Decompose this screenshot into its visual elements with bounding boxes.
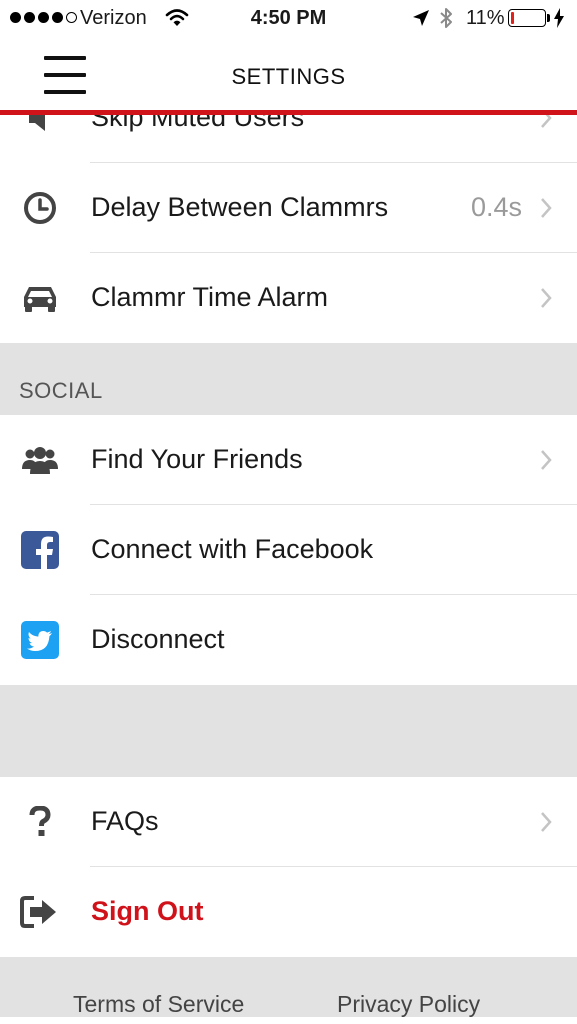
connect-facebook-label: Connect with Facebook <box>91 534 374 564</box>
facebook-icon <box>20 531 60 569</box>
clammr-time-alarm-label: Clammr Time Alarm <box>91 282 329 312</box>
delay-between-clammrs-row[interactable]: Delay Between Clammrs 0.4s <box>0 163 577 253</box>
bluetooth-icon <box>438 6 454 35</box>
users-icon <box>20 442 60 478</box>
page-title: SETTINGS <box>231 64 346 89</box>
sign-out-row[interactable]: Sign Out <box>0 867 577 957</box>
header-accent-line <box>0 110 577 115</box>
sign-out-label: Sign Out <box>91 896 204 926</box>
chevron-right-icon <box>540 197 552 224</box>
privacy-policy-link[interactable]: Privacy Policy <box>337 991 480 1018</box>
battery-icon <box>508 9 546 27</box>
clock-icon <box>20 190 60 226</box>
battery-tip <box>547 14 550 22</box>
social-section-header: SOCIAL <box>0 343 577 415</box>
section-spacer <box>0 685 577 777</box>
twitter-disconnect-row[interactable]: Disconnect <box>0 595 577 685</box>
find-your-friends-row[interactable]: Find Your Friends <box>0 415 577 505</box>
delay-value: 0.4s <box>470 192 522 222</box>
car-icon <box>20 280 60 316</box>
clammr-time-alarm-row[interactable]: Clammr Time Alarm <box>0 253 577 343</box>
footer: Terms of Service Privacy Policy <box>0 957 577 1017</box>
chevron-right-icon <box>540 811 552 838</box>
twitter-disconnect-label: Disconnect <box>91 624 225 654</box>
chevron-right-icon <box>540 449 552 476</box>
twitter-icon <box>20 621 60 659</box>
social-section-title: SOCIAL <box>19 378 103 403</box>
battery-percent: 11% <box>466 7 505 29</box>
terms-of-service-link[interactable]: Terms of Service <box>73 991 244 1018</box>
nav-bar: SETTINGS <box>0 38 577 110</box>
chevron-right-icon <box>540 287 552 314</box>
sign-out-icon <box>20 894 60 930</box>
delay-between-clammrs-label: Delay Between Clammrs <box>91 192 389 222</box>
charging-bolt-icon <box>553 8 565 33</box>
connect-facebook-row[interactable]: Connect with Facebook <box>0 505 577 595</box>
settings-list: Skip Muted Users Delay Between Clammrs 0… <box>0 73 577 1017</box>
location-arrow-icon <box>412 9 430 32</box>
status-bar: Verizon 4:50 PM 11% <box>0 0 577 38</box>
find-your-friends-label: Find Your Friends <box>91 444 303 474</box>
question-icon <box>20 804 60 840</box>
faqs-row[interactable]: FAQs <box>0 777 577 867</box>
faqs-label: FAQs <box>91 806 159 836</box>
